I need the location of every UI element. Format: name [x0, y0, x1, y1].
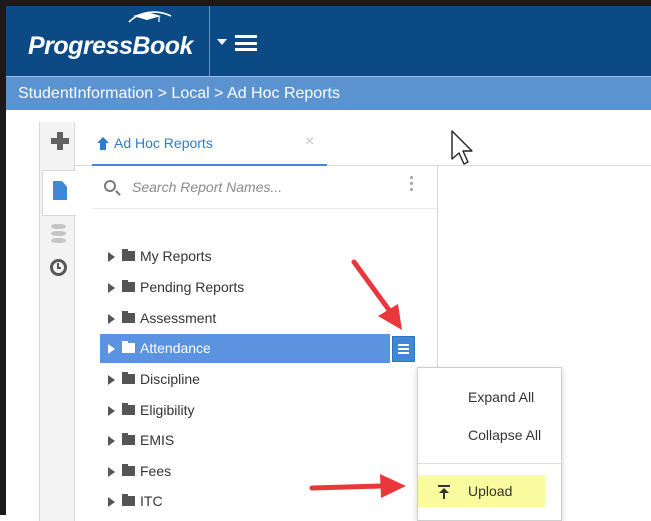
graduation-cap-icon: [128, 11, 172, 23]
context-menu: Expand All Collapse All Upload: [417, 367, 563, 521]
search-icon: [104, 180, 116, 192]
upload-icon-stem: [443, 493, 445, 499]
mouse-pointer-icon: [451, 130, 473, 165]
folder-icon: [122, 372, 135, 384]
folder-icon: [122, 494, 135, 506]
tree-item-eligibility[interactable]: Eligibility: [100, 396, 390, 425]
report-tree-panel: My Reports Pending Reports Assessment At…: [92, 166, 438, 521]
tree-item-discipline[interactable]: Discipline: [100, 365, 390, 394]
folder-icon: [122, 249, 135, 261]
tree-item-label: EMIS: [140, 432, 175, 448]
caret-right-icon[interactable]: [108, 497, 115, 507]
plus-icon[interactable]: [51, 132, 69, 150]
row-menu-button[interactable]: [392, 336, 415, 362]
tab-ad-hoc-reports[interactable]: Ad Hoc Reports ×: [92, 122, 327, 166]
tree-item-label: Attendance: [140, 340, 211, 356]
tab-label: Ad Hoc Reports: [114, 135, 213, 151]
caret-right-icon[interactable]: [108, 436, 115, 446]
tree-item-label: Eligibility: [140, 402, 195, 418]
app-header: ProgressBook: [6, 6, 651, 76]
tree-item-emis[interactable]: EMIS: [100, 426, 390, 455]
chevron-down-icon[interactable]: [217, 39, 227, 45]
caret-right-icon[interactable]: [108, 406, 115, 416]
menu-item-label: Expand All: [468, 389, 535, 405]
caret-right-icon[interactable]: [108, 467, 115, 477]
annotation-arrow-icon: [309, 474, 406, 498]
header-divider: [209, 6, 210, 76]
app-logo[interactable]: ProgressBook: [28, 32, 193, 61]
hamburger-icon[interactable]: [235, 35, 257, 51]
caret-right-icon[interactable]: [108, 375, 115, 385]
database-icon[interactable]: [51, 224, 66, 244]
tree-item-label: Discipline: [140, 371, 200, 387]
tree-item-label: ITC: [140, 493, 163, 509]
document-icon: [53, 181, 67, 200]
left-icon-rail: [39, 122, 76, 521]
menu-item-upload[interactable]: Upload: [418, 475, 545, 507]
menu-divider: [418, 463, 563, 464]
kebab-icon[interactable]: [410, 176, 414, 194]
tree-item-label: Pending Reports: [140, 279, 245, 295]
menu-item-label: Collapse All: [468, 427, 542, 443]
clock-icon[interactable]: [50, 259, 67, 276]
tree-item-attendance[interactable]: Attendance: [100, 334, 390, 363]
folder-icon: [122, 433, 135, 445]
menu-item-label: Upload: [468, 483, 513, 499]
folder-icon: [122, 341, 135, 353]
folder-icon: [122, 403, 135, 415]
search-row: [92, 166, 437, 209]
caret-right-icon[interactable]: [108, 314, 115, 324]
tree-item-label: Assessment: [140, 310, 217, 326]
menu-item-collapse-all[interactable]: Collapse All: [418, 420, 563, 450]
caret-right-icon[interactable]: [108, 252, 115, 262]
window-frame: ProgressBook StudentInformation > Local …: [0, 0, 651, 521]
breadcrumb: StudentInformation > Local > Ad Hoc Repo…: [18, 85, 340, 102]
caret-right-icon[interactable]: [108, 344, 115, 354]
close-icon[interactable]: ×: [305, 133, 314, 151]
annotation-arrow-icon: [351, 259, 402, 330]
home-icon: [97, 137, 109, 150]
search-input[interactable]: [132, 174, 402, 200]
folder-icon: [122, 464, 135, 476]
tab-strip: Ad Hoc Reports ×: [75, 122, 651, 166]
folder-icon: [122, 311, 135, 323]
menu-item-expand-all[interactable]: Expand All: [418, 382, 563, 412]
caret-right-icon[interactable]: [108, 283, 115, 293]
rail-item-reports[interactable]: [42, 170, 76, 216]
breadcrumb-bar: StudentInformation > Local > Ad Hoc Repo…: [6, 76, 651, 110]
tree-item-label: Fees: [140, 463, 172, 479]
tree-item-label: My Reports: [140, 248, 212, 264]
folder-icon: [122, 280, 135, 292]
